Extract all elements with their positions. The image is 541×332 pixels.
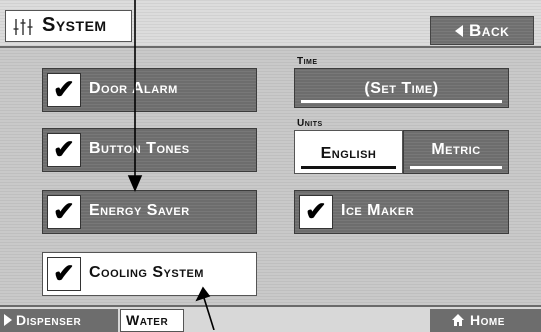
units-metric-label: Metric (431, 141, 481, 158)
back-label: Back (469, 21, 510, 40)
back-button[interactable]: Back (430, 16, 534, 45)
button-tones-label: Button Tones (89, 140, 190, 157)
checkmark-icon: ✔ (53, 196, 75, 226)
home-button[interactable]: Home (430, 309, 541, 332)
callout-arrowhead-top (127, 175, 143, 193)
water-tab[interactable]: Water (120, 309, 184, 332)
home-label: Home (470, 312, 505, 328)
sliders-icon (13, 19, 33, 35)
footer-bar: Dispenser Water Home (0, 305, 541, 332)
ice-maker-label: Ice Maker (341, 202, 415, 219)
energy-saver-label: Energy Saver (89, 202, 190, 219)
english-underline (301, 166, 396, 169)
cooling-system-checkbox[interactable]: ✔ (47, 257, 81, 291)
checkmark-icon: ✔ (53, 74, 75, 104)
energy-saver-checkbox[interactable]: ✔ (47, 195, 81, 229)
dispenser-label: Dispenser (16, 312, 82, 328)
time-label: Time (297, 56, 318, 67)
set-time-underline (301, 100, 502, 103)
checkmark-icon: ✔ (53, 134, 75, 164)
door-alarm-label: Door Alarm (89, 80, 178, 97)
units-english-button[interactable]: English (294, 130, 403, 174)
door-alarm-toggle[interactable]: ✔ Door Alarm (42, 68, 257, 112)
units-english-label: English (320, 145, 377, 162)
metric-underline (410, 166, 502, 169)
units-label: Units (297, 118, 323, 129)
header-bar: System Back (0, 0, 541, 48)
home-icon (452, 314, 464, 326)
title-box: System (5, 10, 132, 42)
play-arrow-icon (4, 314, 12, 326)
checkmark-icon: ✔ (305, 196, 327, 226)
ice-maker-toggle[interactable]: ✔ Ice Maker (294, 190, 509, 234)
door-alarm-checkbox[interactable]: ✔ (47, 73, 81, 107)
page-title: System (42, 14, 107, 36)
system-screen: System Back ✔ Door Alarm ✔ Button Tones … (0, 0, 541, 332)
energy-saver-toggle[interactable]: ✔ Energy Saver (42, 190, 257, 234)
water-label: Water (126, 312, 169, 328)
ice-maker-checkbox[interactable]: ✔ (299, 195, 333, 229)
dispenser-tab[interactable]: Dispenser (0, 309, 118, 332)
button-tones-toggle[interactable]: ✔ Button Tones (42, 128, 257, 172)
back-arrow-icon (455, 25, 463, 37)
units-metric-button[interactable]: Metric (403, 130, 509, 174)
button-tones-checkbox[interactable]: ✔ (47, 133, 81, 167)
cooling-system-label: Cooling System (89, 264, 204, 281)
set-time-button[interactable]: (Set Time) (294, 68, 509, 108)
checkmark-icon: ✔ (53, 258, 75, 288)
set-time-label: (Set Time) (364, 80, 439, 97)
cooling-system-toggle[interactable]: ✔ Cooling System (42, 252, 257, 296)
